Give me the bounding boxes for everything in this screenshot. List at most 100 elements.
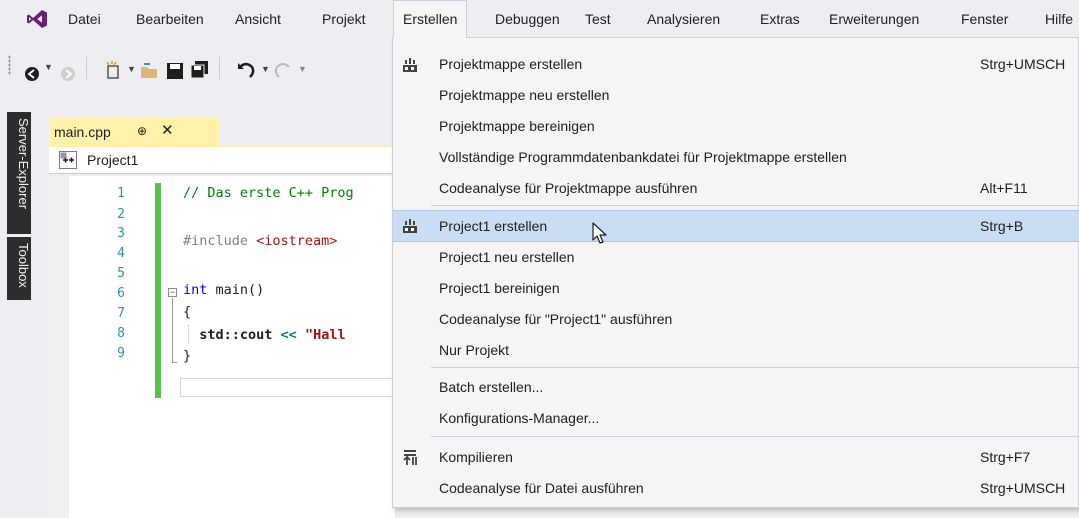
- new-project-icon[interactable]: [104, 60, 124, 80]
- server-explorer-tab[interactable]: Server-Explorer: [7, 112, 31, 234]
- toolbar-separator: [219, 57, 220, 79]
- build-project-icon: [403, 219, 417, 233]
- code-operator: <<: [280, 327, 297, 343]
- menu-analysieren[interactable]: Analysieren: [647, 0, 720, 38]
- back-dropdown-icon[interactable]: ▼: [44, 62, 53, 72]
- line-number: 7: [117, 306, 125, 321]
- menu-item-label: Batch erstellen...: [439, 379, 544, 395]
- menu-item-codeanalyse-datei[interactable]: Codeanalyse für Datei ausführen Strg+UMS…: [393, 474, 1079, 504]
- line-number: 1: [117, 186, 125, 201]
- line-number: 3: [117, 226, 125, 241]
- cpp-project-icon: [59, 151, 77, 169]
- toolbar-separator: [86, 57, 87, 79]
- menu-item-projektmappe-neu-erstellen[interactable]: Projektmappe neu erstellen: [393, 81, 1079, 111]
- menu-test[interactable]: Test: [585, 0, 611, 38]
- code-string: "Hall: [296, 327, 346, 343]
- menu-item-label: Projektmappe bereinigen: [439, 118, 595, 134]
- menu-item-codeanalyse-project1[interactable]: Codeanalyse für "Project1" ausführen: [393, 305, 1079, 335]
- code-line-7: std::cout << "Hall: [183, 327, 346, 343]
- visual-studio-logo-icon: [27, 10, 47, 28]
- fold-guide: [172, 298, 173, 362]
- indent-guide: [188, 325, 190, 343]
- menu-item-projektmappe-bereinigen[interactable]: Projektmappe bereinigen: [393, 112, 1079, 142]
- menu-item-label: Konfigurations-Manager...: [439, 410, 600, 426]
- code-line-1: // Das erste C++ Prog: [183, 185, 354, 201]
- new-dropdown-icon[interactable]: ▼: [127, 64, 136, 74]
- code-keyword: int: [183, 282, 208, 298]
- document-tab-main-cpp[interactable]: main.cpp ⊕ ✕: [49, 117, 219, 147]
- line-number: 9: [117, 346, 125, 361]
- menu-fenster[interactable]: Fenster: [961, 0, 1008, 38]
- menu-item-label: Project1 erstellen: [439, 218, 548, 234]
- menu-ansicht[interactable]: Ansicht: [235, 0, 281, 38]
- compile-icon: [403, 450, 417, 465]
- line-number: 2: [117, 207, 125, 222]
- collapse-toggle-icon[interactable]: −: [168, 288, 177, 297]
- menu-item-label: Codeanalyse für "Project1" ausführen: [439, 311, 673, 327]
- line-number: 8: [117, 326, 125, 341]
- menu-item-label: Codeanalyse für Projektmappe ausführen: [439, 180, 698, 196]
- navigation-bar[interactable]: Project1: [49, 147, 395, 174]
- menu-item-batch-erstellen[interactable]: Batch erstellen...: [393, 373, 1079, 403]
- undo-icon[interactable]: [236, 60, 256, 80]
- menu-item-kompilieren[interactable]: Kompilieren Strg+F7: [393, 443, 1079, 473]
- redo-dropdown-icon[interactable]: ▼: [298, 64, 307, 74]
- undo-dropdown-icon[interactable]: ▼: [261, 64, 270, 74]
- menu-item-codeanalyse-projektmappe[interactable]: Codeanalyse für Projektmappe ausführen A…: [393, 174, 1079, 204]
- forward-icon[interactable]: [60, 66, 76, 82]
- menu-bar: Datei Bearbeiten Ansicht Projekt Erstell…: [0, 0, 1079, 38]
- toolbox-tab[interactable]: Toolbox: [7, 237, 31, 300]
- pin-tab-icon[interactable]: ⊕: [137, 124, 147, 138]
- menu-item-shortcut: Strg+B: [980, 218, 1024, 234]
- code-text: std::cout: [183, 327, 281, 343]
- save-all-icon[interactable]: [190, 60, 210, 80]
- menu-item-label: Kompilieren: [439, 449, 513, 465]
- menu-separator: [431, 436, 1078, 437]
- menu-extras[interactable]: Extras: [760, 0, 800, 38]
- current-line-highlight: [180, 378, 394, 397]
- close-tab-icon[interactable]: ✕: [161, 121, 174, 139]
- open-folder-icon[interactable]: [140, 62, 160, 80]
- menu-erweiterungen[interactable]: Erweiterungen: [829, 0, 919, 38]
- change-tracking-bar: [155, 183, 161, 398]
- redo-icon[interactable]: [273, 60, 293, 80]
- code-include-header: <iostream>: [256, 233, 338, 249]
- menu-debuggen[interactable]: Debuggen: [495, 0, 560, 38]
- menu-erstellen[interactable]: Erstellen: [393, 0, 468, 38]
- menu-item-shortcut: Alt+F11: [980, 180, 1028, 196]
- menu-separator: [431, 205, 1078, 206]
- menu-bearbeiten[interactable]: Bearbeiten: [136, 0, 204, 38]
- code-line-5: int main(): [183, 282, 264, 298]
- code-brace-close: }: [183, 348, 192, 364]
- menu-hilfe[interactable]: Hilfe: [1045, 0, 1073, 38]
- toolbar-grip[interactable]: [8, 55, 11, 75]
- fold-guide-end: [172, 362, 177, 363]
- menu-item-label: Projektmappe erstellen: [439, 56, 583, 72]
- indicator-margin: [49, 176, 69, 518]
- menu-item-projektmappe-erstellen[interactable]: Projektmappe erstellen Strg+UMSCH: [393, 50, 1079, 80]
- menu-datei[interactable]: Datei: [68, 0, 101, 38]
- line-number: 5: [117, 266, 125, 281]
- menu-item-konfigurations-manager[interactable]: Konfigurations-Manager...: [393, 404, 1079, 434]
- save-icon[interactable]: [166, 62, 184, 80]
- menu-item-project1-bereinigen[interactable]: Project1 bereinigen: [393, 274, 1079, 304]
- menu-item-programmdatenbankdatei[interactable]: Vollständige Programmdatenbankdatei für …: [393, 143, 1079, 173]
- erstellen-dropdown-menu: Projektmappe erstellen Strg+UMSCH Projek…: [392, 37, 1079, 508]
- line-number: 4: [117, 246, 125, 261]
- menu-item-shortcut: Strg+UMSCH: [980, 480, 1066, 496]
- build-solution-icon: [403, 58, 417, 72]
- document-tab-label: main.cpp: [54, 124, 111, 140]
- menu-projekt[interactable]: Projekt: [322, 0, 366, 38]
- navbar-project-label: Project1: [87, 152, 139, 168]
- menu-item-shortcut: Strg+UMSCH: [980, 56, 1066, 72]
- menu-item-label: Nur Projekt: [439, 342, 510, 358]
- menu-item-project1-neu-erstellen[interactable]: Project1 neu erstellen: [393, 243, 1079, 273]
- code-brace-open: {: [183, 304, 192, 320]
- code-line-6: {: [183, 304, 191, 320]
- menu-item-nur-projekt[interactable]: Nur Projekt: [393, 336, 1079, 366]
- back-icon[interactable]: [24, 66, 40, 82]
- menu-separator: [431, 367, 1078, 368]
- code-preprocessor: #include: [183, 233, 257, 249]
- menu-item-project1-erstellen[interactable]: Project1 erstellen Strg+B: [393, 210, 1079, 242]
- menu-item-label: Projektmappe neu erstellen: [439, 87, 610, 103]
